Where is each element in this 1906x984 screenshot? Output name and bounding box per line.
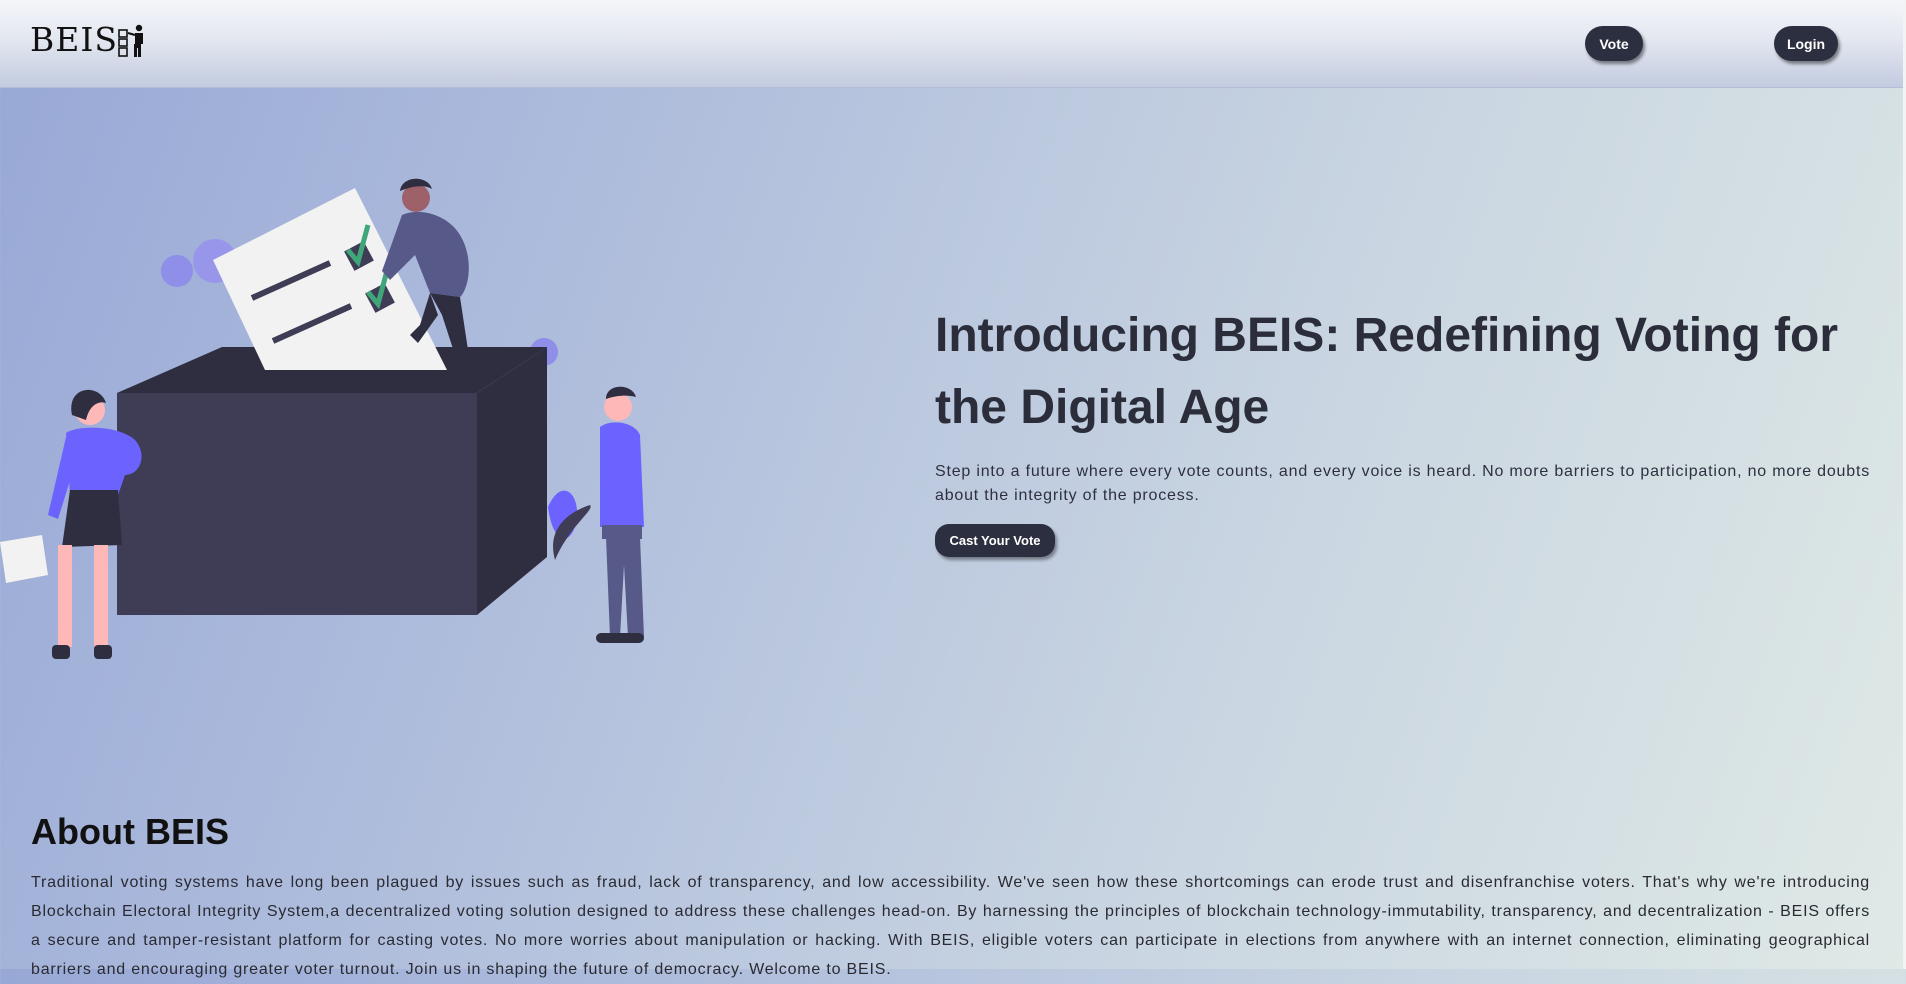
navbar: BEIS Vote Login [0,0,1906,88]
cast-vote-button[interactable]: Cast Your Vote [935,524,1055,557]
ballot-box-side [477,347,547,615]
about-title: About BEIS [31,811,229,852]
paper [0,535,48,583]
decor-circle [161,255,193,287]
hero-section: Introducing BEIS: Redefining Voting for … [935,300,1870,557]
login-button[interactable]: Login [1774,26,1838,61]
logo[interactable]: BEIS [30,20,152,60]
ballot-box-front [117,393,477,615]
ballot-box-illustration [0,178,644,659]
hero-title: Introducing BEIS: Redefining Voting for … [935,309,1839,434]
person-torso [600,422,644,527]
logo-text: BEIS [30,20,118,59]
voter-ballot-icon [118,24,143,57]
vote-button[interactable]: Vote [1585,26,1643,61]
hero-description: Step into a future where every vote coun… [935,463,1870,504]
about-description: Traditional voting systems have long bee… [31,874,1870,978]
